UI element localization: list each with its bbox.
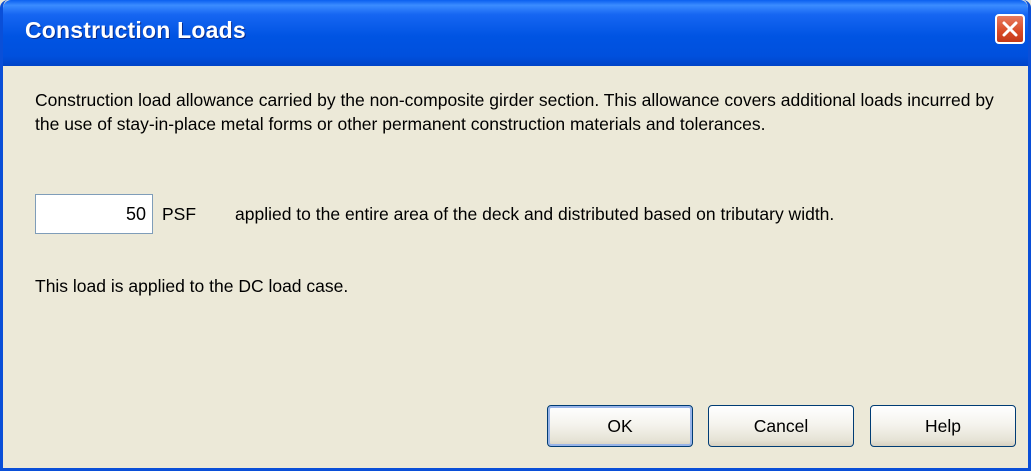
help-button[interactable]: Help <box>870 405 1016 447</box>
window-title: Construction Loads <box>25 17 246 43</box>
dc-load-case-note: This load is applied to the DC load case… <box>35 276 349 296</box>
applied-description: applied to the entire area of the deck a… <box>235 204 835 224</box>
close-icon <box>1002 21 1018 37</box>
construction-loads-dialog: Construction Loads Construction load all… <box>0 0 1031 471</box>
title-bar[interactable]: Construction Loads <box>3 0 1028 66</box>
description-text: Construction load allowance carried by t… <box>35 90 994 134</box>
dialog-content: Construction load allowance carried by t… <box>3 66 1028 468</box>
ok-button[interactable]: OK <box>547 405 693 447</box>
cancel-button[interactable]: Cancel <box>708 405 854 447</box>
unit-label: PSF <box>162 204 197 224</box>
close-button[interactable] <box>995 14 1025 44</box>
load-value-input[interactable] <box>35 194 153 234</box>
